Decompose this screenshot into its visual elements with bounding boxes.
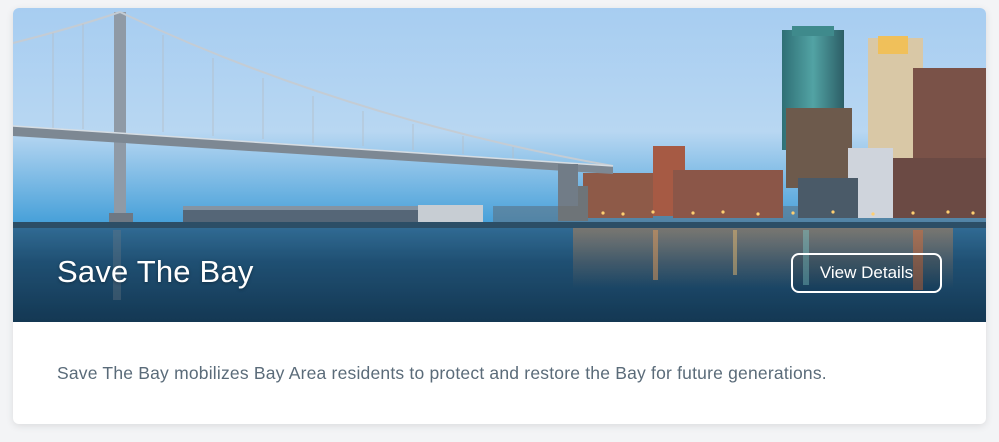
card-title: Save The Bay (57, 254, 254, 289)
card-description: Save The Bay mobilizes Bay Area resident… (57, 363, 827, 383)
view-details-button[interactable]: View Details (791, 253, 942, 293)
project-card: Save The Bay View Details Save The Bay m… (13, 8, 986, 424)
hero-image: Save The Bay View Details (13, 8, 986, 322)
